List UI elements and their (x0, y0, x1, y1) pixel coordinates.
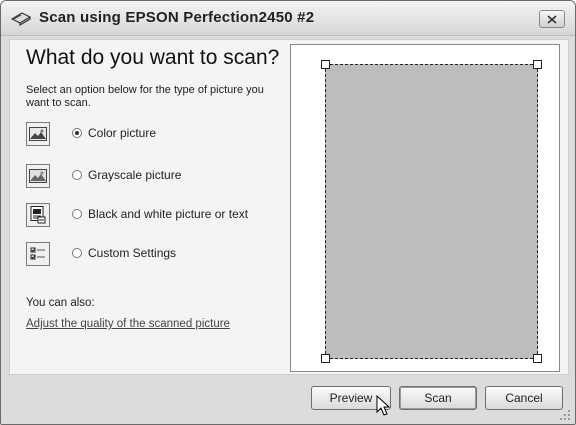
resize-handle-top-right[interactable] (533, 60, 542, 69)
also-label: You can also: (26, 297, 95, 309)
option-label: Custom Settings (88, 246, 177, 260)
option-bw-picture-or-text[interactable]: Black and white picture or text (26, 203, 286, 229)
title-bar: Scan using EPSON Perfection2450 #2 (1, 1, 575, 36)
close-icon (547, 14, 557, 24)
option-grayscale-picture[interactable]: Grayscale picture (26, 164, 286, 190)
adjust-quality-link[interactable]: Adjust the quality of the scanned pictur… (26, 318, 230, 330)
scanner-icon (11, 12, 31, 26)
window-title: Scan using EPSON Perfection2450 #2 (39, 9, 315, 26)
custom-settings-icon (26, 242, 50, 266)
close-button[interactable] (539, 10, 565, 28)
mouse-cursor-icon (376, 395, 391, 416)
custom-settings-radio[interactable] (72, 248, 82, 258)
scan-selection-area[interactable] (325, 64, 538, 359)
color-picture-radio[interactable] (72, 128, 82, 138)
resize-handle-top-left[interactable] (321, 60, 330, 69)
instruction-text: Select an option below for the type of p… (26, 84, 264, 109)
grayscale-picture-radio[interactable] (72, 170, 82, 180)
resize-handle-bottom-right[interactable] (533, 354, 542, 363)
option-label: Color picture (88, 126, 157, 140)
option-custom-settings[interactable]: Custom Settings (26, 242, 286, 268)
scan-preview-panel (290, 44, 560, 372)
page-title: What do you want to scan? (26, 46, 280, 69)
resize-handle-bottom-left[interactable] (321, 354, 330, 363)
dialog-content: What do you want to scan? Select an opti… (9, 39, 569, 375)
bw-document-icon (26, 203, 50, 227)
option-color-picture[interactable]: Color picture (26, 122, 286, 148)
cancel-button[interactable]: Cancel (485, 386, 563, 410)
scan-button[interactable]: Scan (399, 386, 477, 410)
bw-picture-radio[interactable] (72, 209, 82, 219)
scan-dialog: Scan using EPSON Perfection2450 #2 What … (0, 0, 576, 425)
option-label: Black and white picture or text (88, 207, 249, 221)
resize-grip-icon[interactable] (559, 409, 571, 421)
option-label: Grayscale picture (88, 168, 182, 182)
color-photo-icon (26, 122, 50, 146)
grayscale-photo-icon (26, 164, 50, 188)
